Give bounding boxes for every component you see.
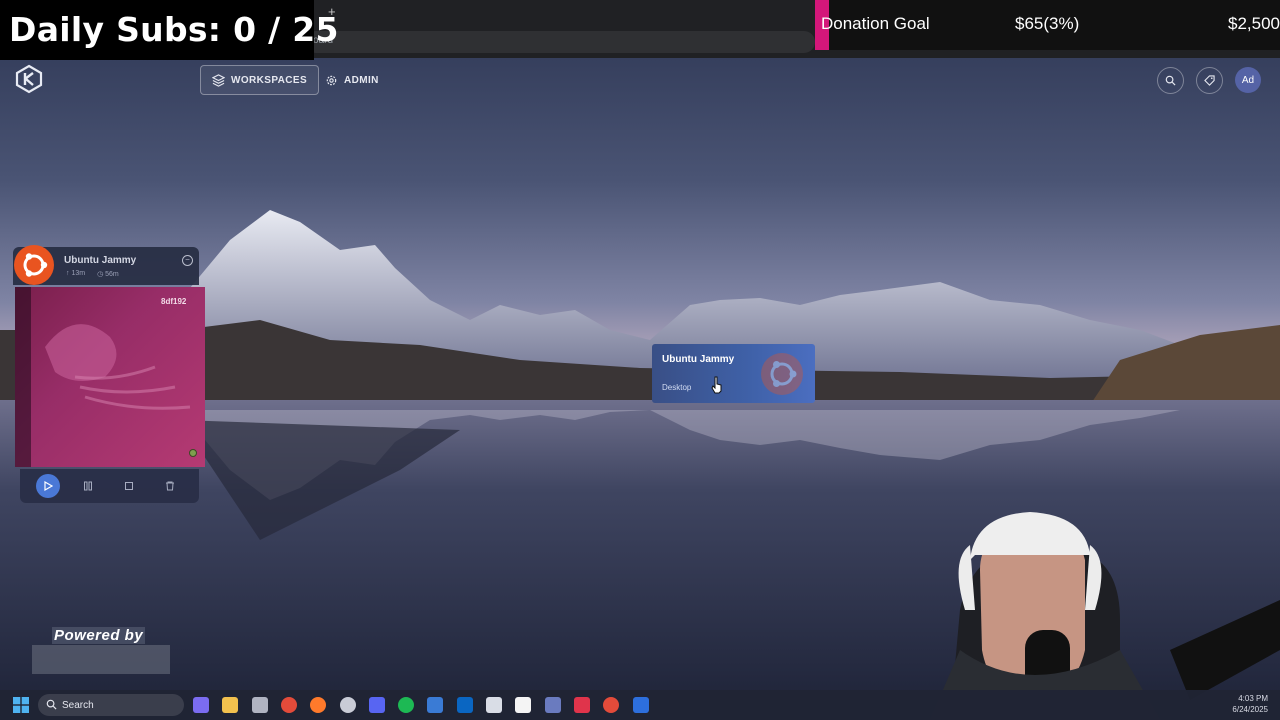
session-controls (20, 469, 199, 503)
stop-icon (125, 482, 133, 490)
session-card: Ubuntu Jammy ↑ 13m ◷ 56m − 8df192 (13, 245, 205, 505)
taskbar-search[interactable]: Search (38, 694, 184, 716)
status-indicator (189, 449, 197, 457)
windows-start-icon[interactable] (13, 697, 29, 713)
donation-goal-overlay: Donation Goal $65(3%) $2,500 (815, 0, 1280, 50)
workspace-card-ubuntu[interactable]: Ubuntu Jammy Desktop (652, 344, 815, 403)
chrome-icon[interactable] (280, 697, 297, 713)
kasm-logo-icon[interactable] (14, 64, 44, 94)
user-avatar[interactable]: Ad (1235, 67, 1261, 93)
chrome-icon-2[interactable] (603, 697, 620, 713)
system-clock[interactable]: 4:03 PM 6/24/2025 (1228, 693, 1268, 715)
donation-goal-label: Donation Goal (821, 14, 930, 33)
tag-icon (1204, 75, 1215, 86)
donation-current-amount: $65(3%) (1015, 14, 1080, 33)
layers-icon (212, 73, 225, 87)
admin-label: ADMIN (344, 74, 379, 86)
app-icon-4[interactable] (573, 697, 590, 713)
pause-icon (84, 481, 92, 491)
file-explorer-icon[interactable] (222, 697, 239, 713)
notion-icon[interactable] (515, 697, 532, 713)
ubuntu-logo-icon (14, 245, 54, 285)
search-icon (1165, 75, 1176, 86)
session-preview-thumbnail[interactable]: 8df192 (15, 287, 205, 467)
firefox-icon[interactable] (310, 697, 327, 713)
app-icon[interactable] (251, 697, 268, 713)
remaining-label: ◷ 56m (97, 271, 119, 278)
session-id-label: 8df192 (161, 297, 187, 306)
session-minimize-button[interactable]: − (182, 255, 193, 266)
uptime-label: ↑ 13m (66, 270, 86, 277)
spotify-icon[interactable] (398, 697, 415, 713)
stop-button[interactable] (117, 474, 141, 498)
chatgpt-icon[interactable] (339, 697, 356, 713)
windows-taskbar: Search (0, 690, 1280, 720)
address-bar[interactable]: oard (305, 31, 815, 53)
ubuntu-logo-icon (761, 353, 803, 395)
powered-by-label: Powered by (52, 627, 146, 644)
donation-target-amount: $2,500 (1228, 14, 1280, 33)
powered-by-logo (32, 645, 170, 674)
daily-subs-overlay: Daily Subs: 0 / 25 (0, 0, 339, 60)
trash-icon (166, 481, 174, 491)
taskbar-search-label: Search (62, 700, 94, 711)
search-icon (46, 699, 57, 710)
admin-nav-button[interactable]: ADMIN (314, 65, 390, 95)
app-icon-3[interactable] (544, 697, 561, 713)
app-icon-5[interactable] (632, 697, 649, 713)
workspace-subtitle: Desktop (662, 383, 692, 392)
search-button[interactable] (1157, 67, 1184, 94)
workspace-title: Ubuntu Jammy (662, 354, 735, 365)
workspaces-nav-button[interactable]: WORKSPACES (200, 65, 320, 95)
mail-icon[interactable] (486, 697, 502, 713)
session-meta: ↑ 13m ◷ 56m (66, 270, 119, 278)
app-icon-2[interactable] (427, 697, 444, 713)
discord-icon[interactable] (368, 697, 385, 713)
copilot-icon[interactable] (193, 697, 209, 713)
tag-button[interactable] (1196, 67, 1223, 94)
hand-cursor-icon (711, 376, 722, 394)
gear-icon (326, 75, 337, 85)
play-icon (44, 481, 53, 491)
session-title: Ubuntu Jammy (64, 255, 137, 266)
clock-date: 6/24/2025 (1232, 705, 1268, 714)
resume-button[interactable] (36, 474, 60, 498)
delete-button[interactable] (158, 474, 182, 498)
clock-time: 4:03 PM (1238, 694, 1268, 703)
outlook-icon[interactable] (456, 697, 473, 713)
streamer-webcam (930, 512, 1280, 720)
jellyfish-wallpaper (45, 324, 191, 410)
workspaces-label: WORKSPACES (231, 74, 308, 86)
pause-button[interactable] (76, 474, 100, 498)
